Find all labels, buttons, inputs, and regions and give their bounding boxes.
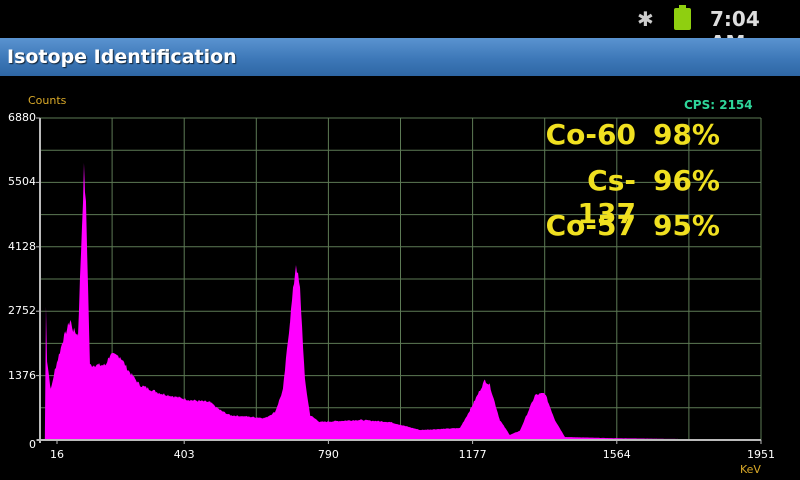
y-tick-label: 2752 [8,304,36,318]
y-tick-label: 4128 [8,239,36,253]
isotope-name: Co-57 [545,209,636,242]
isotope-confidence: 98% [652,118,720,151]
x-tick-label: 1951 [747,448,775,461]
isotope-confidence: 95% [652,209,720,242]
y-tick-label: 6880 [8,111,36,124]
x-axis-label: KeV [740,463,761,476]
cps-readout: CPS: 2154 [684,98,753,112]
x-tick-label: 16 [50,448,64,461]
x-tick-label: 1177 [458,448,487,461]
y-tick-label: 5504 [8,175,36,189]
y-tick-label: 1376 [8,368,36,382]
x-tick-label: 790 [317,448,339,461]
y-axis-label: Counts [28,94,67,107]
isotope-name: Co-60 [545,118,636,151]
isotope-confidence: 96% [652,164,720,197]
x-tick-label: 1564 [602,448,631,461]
x-tick-label: 403 [173,448,195,461]
